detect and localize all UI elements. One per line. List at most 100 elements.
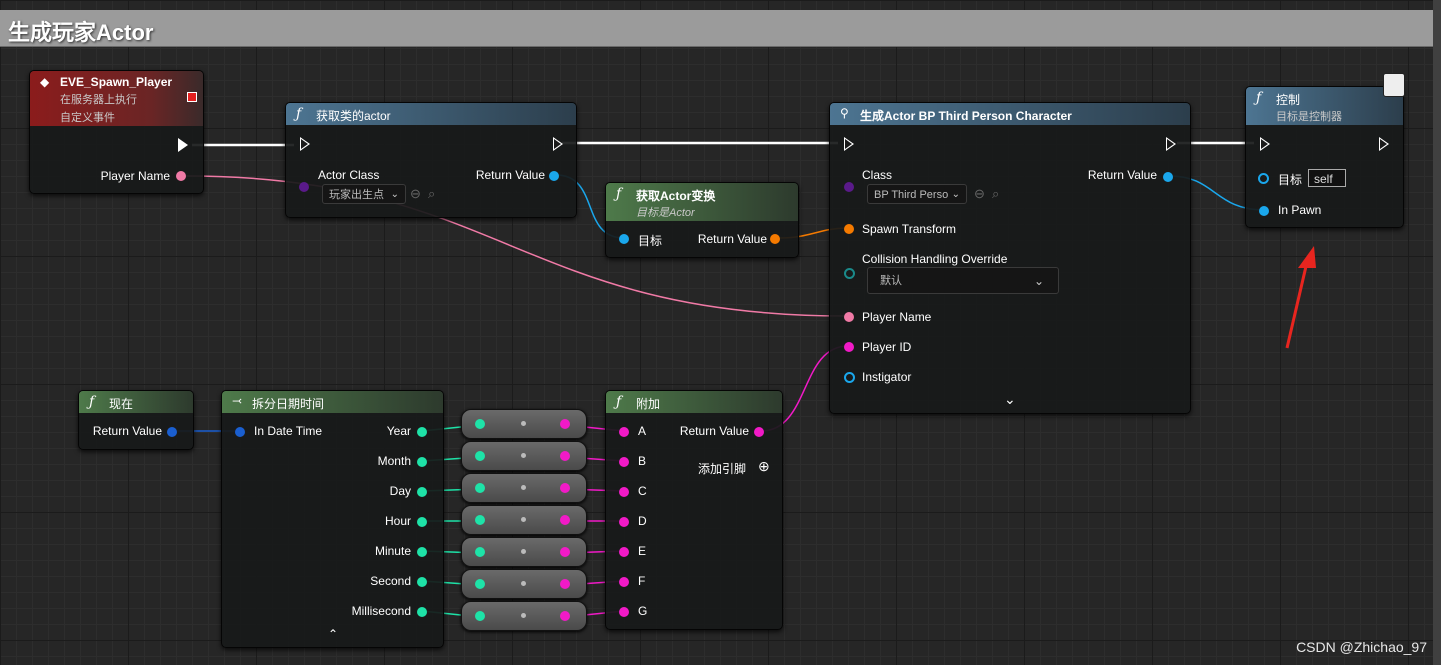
collision-dropdown[interactable]: 默认 ⌄ [867, 267, 1059, 294]
spawn-icon: ⚲ [840, 106, 849, 120]
int-in-pin[interactable] [475, 611, 485, 621]
string-out-pin[interactable] [560, 547, 570, 557]
player-name-pin[interactable] [844, 312, 854, 322]
player-name-pin[interactable] [176, 171, 186, 181]
transform-return-pin[interactable] [770, 234, 780, 244]
int-in-pin[interactable] [475, 419, 485, 429]
hour-pin[interactable] [417, 517, 427, 527]
target-pin[interactable] [1258, 173, 1269, 184]
int-to-string-node[interactable] [461, 569, 587, 599]
break-datetime-node[interactable]: ⤙ 拆分日期时间 In Date Time Year Month Day Hou… [221, 390, 444, 648]
in-pawn-pin[interactable] [1259, 206, 1269, 216]
expand-chevron-icon[interactable]: ⌄ [1004, 391, 1016, 408]
return-value-pin[interactable] [549, 171, 559, 181]
second-pin[interactable] [417, 577, 427, 587]
browse-icon[interactable]: ⊖ [974, 186, 985, 202]
function-icon: ƒ [89, 394, 95, 410]
possess-subtitle: 目标是控制器 [1276, 111, 1342, 123]
exec-in-pin[interactable] [300, 137, 310, 151]
month-pin[interactable] [417, 457, 427, 467]
int-to-string-node[interactable] [461, 441, 587, 471]
spawn-actor-node[interactable]: ⚲ 生成Actor BP Third Person Character Clas… [829, 102, 1191, 414]
d-pin[interactable] [619, 517, 629, 527]
in-pawn-label: In Pawn [1278, 203, 1322, 217]
exec-out-pin[interactable] [553, 137, 563, 151]
class-dropdown[interactable]: BP Third Perso ⌄ [867, 184, 967, 204]
exec-in-pin[interactable] [844, 137, 854, 151]
int-to-string-node[interactable] [461, 537, 587, 567]
int-to-string-node[interactable] [461, 473, 587, 503]
int-in-pin[interactable] [475, 579, 485, 589]
function-icon: ƒ [616, 394, 622, 410]
string-out-pin[interactable] [560, 451, 570, 461]
string-out-pin[interactable] [560, 579, 570, 589]
class-pin[interactable] [844, 182, 854, 192]
int-in-pin[interactable] [475, 483, 485, 493]
event-node[interactable]: ◆ EVE_Spawn_Player 在服务器上执行 自定义事件 Player … [29, 70, 204, 194]
year-pin[interactable] [417, 427, 427, 437]
string-out-pin[interactable] [560, 515, 570, 525]
millisecond-pin[interactable] [417, 607, 427, 617]
add-pin-icon[interactable]: ⊕ [758, 458, 770, 475]
player-id-label: Player ID [862, 340, 912, 354]
string-out-pin[interactable] [560, 419, 570, 429]
possess-node[interactable]: ƒ 控制 目标是控制器 目标 self In Pawn [1245, 73, 1405, 228]
target-pin[interactable] [619, 234, 629, 244]
get-transform-title: 获取Actor变换 [636, 189, 716, 203]
browse-icon[interactable]: ⊖ [410, 186, 421, 202]
append-node[interactable]: ƒ 附加 A B C D E F G Return Value 添加引脚 ⊕ [605, 390, 783, 630]
target-self-field[interactable]: self [1308, 169, 1346, 187]
event-subtitle-2: 自定义事件 [60, 112, 115, 124]
search-icon[interactable]: ⌕ [992, 186, 999, 202]
spawn-transform-pin[interactable] [844, 224, 854, 234]
collapse-chevron-icon[interactable]: ⌃ [328, 627, 338, 641]
now-return-pin[interactable] [167, 427, 177, 437]
c-pin[interactable] [619, 487, 629, 497]
a-pin[interactable] [619, 427, 629, 437]
event-title: EVE_Spawn_Player [60, 75, 173, 89]
spawn-title: 生成Actor BP Third Person Character [860, 109, 1072, 123]
exec-in-pin[interactable] [1260, 137, 1270, 151]
b-pin[interactable] [619, 457, 629, 467]
minute-pin[interactable] [417, 547, 427, 557]
actor-class-pin[interactable] [299, 182, 309, 192]
a-label: A [638, 424, 647, 438]
in-datetime-pin[interactable] [235, 427, 245, 437]
get-class-node[interactable]: ƒ 获取类的actor Actor Class 玩家出生点 ⌄ ⊖ ⌕ Retur… [285, 102, 577, 218]
spawn-return-pin[interactable] [1163, 172, 1173, 182]
exec-out-pin[interactable] [1166, 137, 1176, 151]
spawn-return-label: Return Value [1087, 168, 1157, 182]
exec-out-pin[interactable] [178, 138, 188, 152]
exec-out-pin[interactable] [1379, 137, 1389, 151]
day-pin[interactable] [417, 487, 427, 497]
second-label: Second [370, 574, 411, 588]
return-value-label: Return Value [679, 424, 749, 438]
break-icon: ⤙ [232, 394, 243, 408]
int-in-pin[interactable] [475, 451, 485, 461]
actor-class-dropdown[interactable]: 玩家出生点 ⌄ [322, 184, 406, 204]
string-out-pin[interactable] [560, 483, 570, 493]
append-title: 附加 [636, 397, 661, 411]
c-label: C [638, 484, 647, 498]
now-node[interactable]: ƒ 现在 Return Value [78, 390, 194, 450]
instigator-pin[interactable] [844, 372, 855, 383]
search-icon[interactable]: ⌕ [428, 186, 435, 202]
append-return-pin[interactable] [754, 427, 764, 437]
int-in-pin[interactable] [475, 547, 485, 557]
get-transform-node[interactable]: ƒ 获取Actor变换 目标是Actor 目标 Return Value [605, 182, 799, 258]
return-value-label: Return Value [697, 232, 767, 246]
int-to-string-node[interactable] [461, 505, 587, 535]
g-pin[interactable] [619, 607, 629, 617]
break-title: 拆分日期时间 [252, 397, 325, 411]
player-name-label: Player Name [100, 169, 170, 183]
int-to-string-node[interactable] [461, 409, 587, 439]
f-pin[interactable] [619, 577, 629, 587]
int-in-pin[interactable] [475, 515, 485, 525]
add-pin-label[interactable]: 添加引脚 [698, 460, 746, 477]
int-to-string-node[interactable] [461, 601, 587, 631]
e-pin[interactable] [619, 547, 629, 557]
collision-pin[interactable] [844, 268, 855, 279]
player-id-pin[interactable] [844, 342, 854, 352]
string-out-pin[interactable] [560, 611, 570, 621]
now-title: 现在 [109, 397, 134, 411]
